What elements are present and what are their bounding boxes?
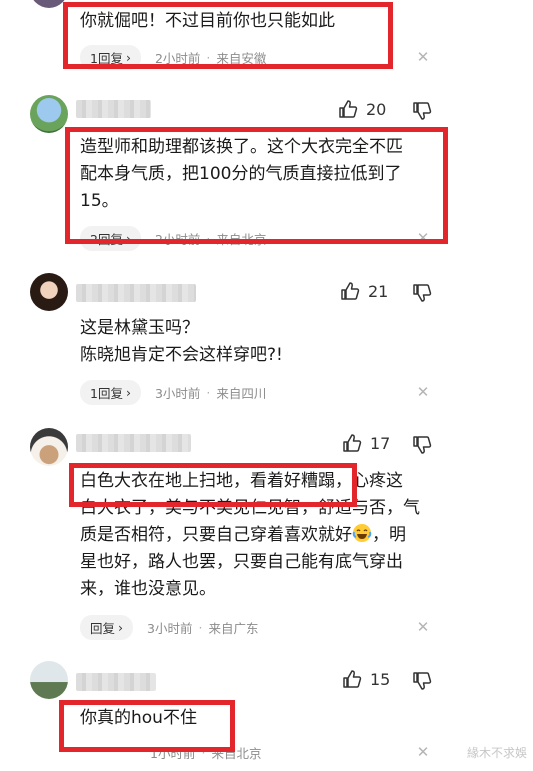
close-icon[interactable]: ✕ [416, 745, 430, 760]
like-count: 17 [370, 433, 391, 453]
close-icon[interactable]: ✕ [416, 620, 430, 635]
thumb-down-icon[interactable] [412, 283, 432, 303]
comment-meta: 1回复 › 3小时前 · 来自四川 [80, 379, 267, 405]
like-count: 15 [370, 669, 391, 689]
crying-laughing-emoji [352, 524, 372, 542]
reply-button[interactable]: 1回复 › [80, 379, 141, 405]
thumb-up-icon [341, 282, 360, 300]
chevron-right-icon: › [125, 384, 131, 400]
avatar[interactable] [30, 95, 68, 133]
comment-meta: 回复 › 3小时前 · 来自广东 [80, 614, 259, 640]
highlight-box [65, 127, 448, 244]
close-icon[interactable]: ✕ [416, 385, 430, 400]
username[interactable] [76, 434, 191, 452]
close-icon[interactable]: ✕ [416, 50, 430, 65]
chevron-right-icon: › [118, 619, 124, 635]
like-button[interactable]: 15 [342, 669, 390, 689]
avatar[interactable] [30, 273, 68, 311]
thumb-down-icon[interactable] [412, 101, 432, 121]
thumb-up-icon [339, 100, 358, 118]
like-count: 20 [366, 99, 387, 119]
thumb-down-icon[interactable] [412, 435, 432, 455]
comment-text: 这是林黛玉吗？ 陈晓旭肯定不会这样穿吧?! [80, 318, 283, 365]
highlight-box [69, 463, 357, 507]
highlight-box [59, 700, 235, 752]
username[interactable] [76, 100, 151, 118]
avatar[interactable] [30, 661, 68, 699]
comment-location: 来自广东 [208, 620, 259, 636]
comment-time: 3小时前 [147, 620, 193, 636]
thumb-up-icon [343, 434, 362, 452]
username[interactable] [76, 673, 156, 691]
comment-time: 3小时前 [154, 385, 201, 401]
like-button[interactable]: 17 [342, 433, 390, 453]
like-button[interactable]: 21 [340, 281, 388, 301]
watermark: 緣木不求娛 [466, 746, 527, 760]
highlight-box [63, 2, 393, 69]
comment-location: 来自四川 [216, 385, 267, 401]
like-button[interactable]: 20 [338, 99, 386, 119]
like-count: 21 [368, 281, 389, 301]
avatar[interactable] [30, 428, 68, 466]
reply-button[interactable]: 回复 › [80, 614, 134, 640]
username[interactable] [76, 284, 196, 302]
thumb-up-icon [343, 670, 362, 688]
thumb-down-icon[interactable] [412, 671, 432, 691]
